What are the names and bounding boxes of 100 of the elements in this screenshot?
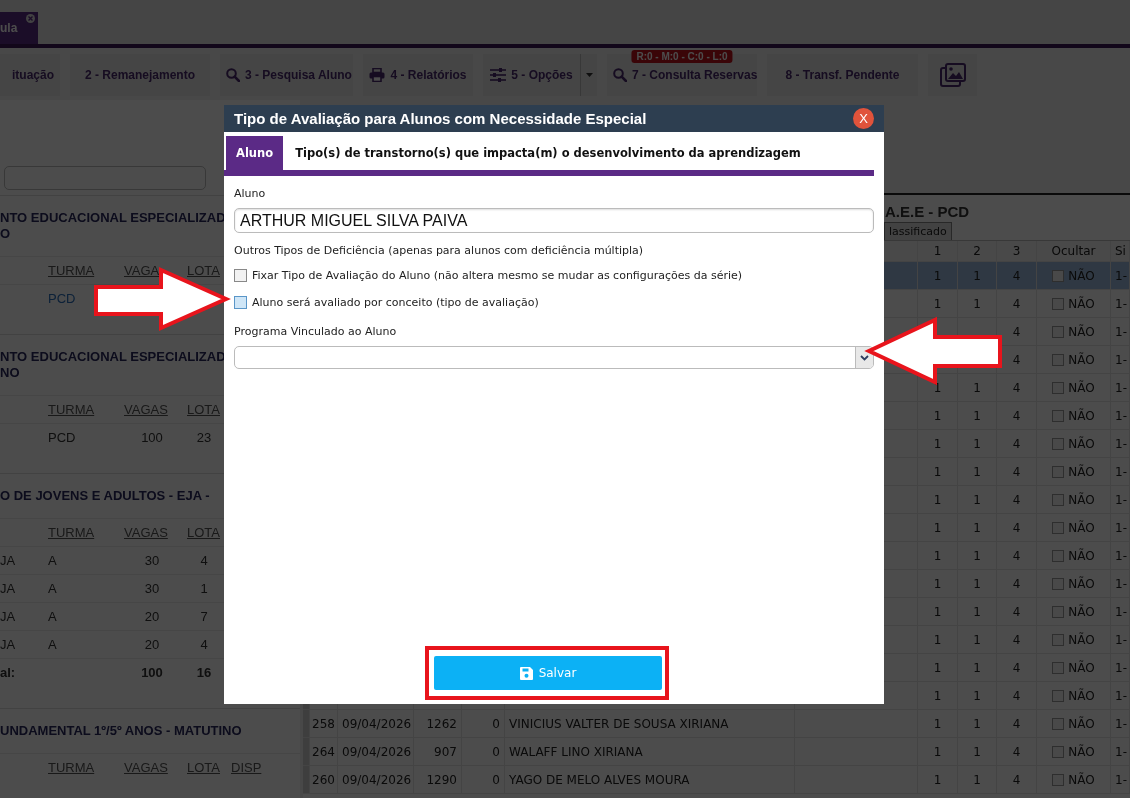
table-cell: 1 xyxy=(973,464,981,479)
table-cell: 1- xyxy=(1115,688,1127,703)
tab[interactable]: Aluno xyxy=(226,136,284,170)
table-cell: 1- xyxy=(1115,744,1127,759)
table-cell-text: 30 xyxy=(143,553,161,568)
input-field[interactable]: ARTHUR MIGUEL SILVA PAIVA xyxy=(234,208,874,233)
checkbox-label: NÃO xyxy=(1068,632,1095,647)
table-cell: 1 xyxy=(933,632,942,647)
table-cell: 1 xyxy=(973,660,981,675)
table-cell: 1 xyxy=(973,688,981,703)
checkbox-label: NÃO xyxy=(1068,604,1095,619)
checkbox-label: NÃO xyxy=(1068,324,1095,339)
checkbox-label: NÃO xyxy=(1068,716,1095,731)
table-cell: 1 xyxy=(933,408,942,423)
table-cell: 1262 xyxy=(426,716,457,731)
select-field[interactable] xyxy=(234,346,874,369)
table-cell-text: 7 xyxy=(199,609,209,624)
table-cell: 1 xyxy=(933,268,942,283)
table-cell: WALAFF LINO XIRIANA xyxy=(509,744,643,759)
table-cell: 1 xyxy=(933,688,942,703)
table-cell-text: 20 xyxy=(143,637,161,652)
section-title: NTO EDUCACIONAL ESPECIALIZAD xyxy=(0,349,226,365)
field-label: Aluno xyxy=(234,187,267,200)
section-title: NTO EDUCACIONAL ESPECIALIZAD xyxy=(0,210,226,226)
table-cell: 1 xyxy=(933,520,942,535)
table-cell: 1 xyxy=(973,520,981,535)
checkbox-label: NÃO xyxy=(1068,520,1095,535)
table-cell: 4 xyxy=(1012,324,1021,339)
checkbox-label: Fixar Tipo de Avaliação do Aluno (não altera mesmo se mudar as configurações da série) xyxy=(252,269,743,282)
table-cell: 1 xyxy=(973,744,981,759)
table-cell: 1 xyxy=(973,632,981,647)
save-button[interactable]: Salvar xyxy=(434,656,662,690)
table-cell: 260 xyxy=(312,772,335,787)
toolbar-button[interactable]: 2 - Remanejamento xyxy=(70,54,210,96)
table-cell: 1- xyxy=(1115,380,1127,395)
table-cell: 1- xyxy=(1115,772,1127,787)
table-cell: 1 xyxy=(973,268,981,283)
table-cell: 4 xyxy=(1012,632,1021,647)
table-cell: 1- xyxy=(1115,632,1127,647)
checkbox-label: NÃO xyxy=(1068,772,1095,787)
table-cell: 1- xyxy=(1115,268,1127,283)
table-cell: 09/04/2026 xyxy=(342,744,412,759)
table-cell: 4 xyxy=(1012,604,1021,619)
table-cell-text: al: xyxy=(0,665,17,680)
table-cell: 1290 xyxy=(426,772,457,787)
table-cell-text: A xyxy=(48,637,58,652)
checkbox-label: NÃO xyxy=(1068,268,1095,283)
checkbox-label: NÃO xyxy=(1068,408,1095,423)
checkbox-label: NÃO xyxy=(1068,576,1095,591)
toolbar-button[interactable]: 8 - Transf. Pendente xyxy=(767,54,918,96)
table-cell: 1- xyxy=(1115,716,1127,731)
close-button[interactable]: X xyxy=(853,108,874,129)
table-cell: 09/04/2026 xyxy=(342,716,412,731)
table-cell-text: A xyxy=(48,553,58,568)
section-label: Outros Tipos de Deficiência (apenas para alunos com deficiência múltipla) xyxy=(234,244,645,257)
table-cell: 4 xyxy=(1012,744,1021,759)
table-cell: 0 xyxy=(492,772,500,787)
table-cell-text: 4 xyxy=(199,553,209,568)
table-cell: 4 xyxy=(1012,464,1021,479)
table-cell: 1 xyxy=(933,436,942,451)
table-cell: 1 xyxy=(973,492,981,507)
table-cell: 4 xyxy=(1012,408,1021,423)
table-cell: 09/04/2026 xyxy=(342,772,412,787)
table-cell: 1 xyxy=(933,716,942,731)
checkbox-label: NÃO xyxy=(1068,548,1095,563)
table-cell: 4 xyxy=(1012,380,1021,395)
table-cell-text: JA xyxy=(0,609,17,624)
table-cell: 264 xyxy=(312,744,335,759)
table-cell: 1 xyxy=(973,576,981,591)
table-cell-text: 16 xyxy=(195,665,213,680)
table-cell: 4 xyxy=(1012,436,1021,451)
table-cell: 4 xyxy=(1012,716,1021,731)
table-cell: 4 xyxy=(1012,772,1021,787)
table-cell: 1 xyxy=(973,296,981,311)
table-cell: 907 xyxy=(434,744,457,759)
table-cell-text: JA xyxy=(0,553,17,568)
table-cell: 1 xyxy=(933,660,942,675)
table-cell: 1- xyxy=(1115,492,1127,507)
section-title: NO xyxy=(0,365,20,381)
table-cell: 1- xyxy=(1115,352,1127,367)
table-cell: 1- xyxy=(1115,464,1127,479)
toolbar-button[interactable]: ituação xyxy=(0,54,60,96)
table-cell: 4 xyxy=(1012,576,1021,591)
table-cell: 1- xyxy=(1115,576,1127,591)
table-cell: 1 xyxy=(933,548,942,563)
checkbox-label: NÃO xyxy=(1068,436,1095,451)
table-cell: 1 xyxy=(933,296,942,311)
table-cell: 1- xyxy=(1115,548,1127,563)
section-title: O xyxy=(0,226,11,242)
table-cell: 1 xyxy=(933,492,942,507)
table-cell-text: 1 xyxy=(199,581,209,596)
table-cell-text: 4 xyxy=(199,637,209,652)
tab[interactable]: Tipo(s) de transtorno(s) que impacta(m) o desenvolvimento da aprendizagem xyxy=(285,136,811,170)
checkbox-label: NÃO xyxy=(1068,380,1095,395)
table-cell: 1- xyxy=(1115,408,1127,423)
table-cell: 0 xyxy=(492,716,500,731)
table-cell: 1- xyxy=(1115,324,1127,339)
checkbox[interactable] xyxy=(234,269,247,282)
checkbox[interactable] xyxy=(234,296,247,309)
section-title: O DE JOVENS E ADULTOS - EJA - xyxy=(0,488,210,504)
